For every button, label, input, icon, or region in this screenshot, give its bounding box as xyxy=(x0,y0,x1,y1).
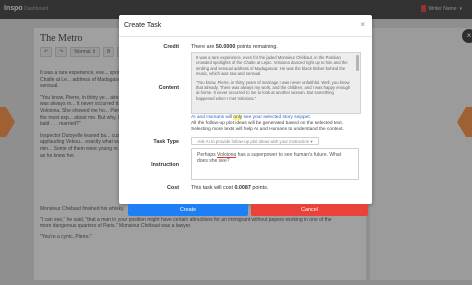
snippet-paragraph: "You know, Pierre, in thirty years of ma… xyxy=(196,79,351,101)
instruction-label: Instruction xyxy=(151,162,179,168)
cost-prefix: This task will cost xyxy=(191,185,235,191)
content-snippet-box[interactable]: It was a rare experience, even for the j… xyxy=(191,52,361,114)
cost-suffix: points. xyxy=(250,185,269,191)
task-type-label: Task Type xyxy=(153,139,179,145)
snippet-paragraph: It was a rare experience, even for the j… xyxy=(196,55,348,77)
instruction-textarea[interactable]: Perhaps Voloiona has a superpower to see… xyxy=(191,148,359,180)
credit-label: Credit xyxy=(163,44,179,50)
content-label: Content xyxy=(158,85,179,91)
hint-prefix: AI and Humans will xyxy=(191,115,234,120)
credit-value: There are 50.0000 points remaining. xyxy=(191,44,278,50)
visibility-hint: AI and Humans will only see your selecte… xyxy=(191,115,311,120)
instruction-name: Voloiona xyxy=(217,152,237,158)
credit-prefix: There are xyxy=(191,44,216,50)
cost-label: Cost xyxy=(167,185,179,191)
credit-amount: 50.0000 xyxy=(215,44,236,50)
cost-amount: 0.0087 xyxy=(234,185,251,191)
dialog-title: Create Task xyxy=(124,22,162,29)
cost-value: This task will cost 0.0087 points. xyxy=(191,185,268,191)
credit-suffix: points remaining. xyxy=(235,44,278,50)
scrollbar[interactable] xyxy=(356,55,359,71)
hint-suffix: see your selected story snippet. xyxy=(242,115,311,120)
close-icon[interactable]: × xyxy=(360,21,365,29)
create-task-dialog: Create Task × Credit There are 50.0000 p… xyxy=(119,15,372,216)
context-hint: All the follow-up plot ideas will be gen… xyxy=(191,121,344,132)
create-button[interactable]: Create xyxy=(128,204,248,216)
cancel-button[interactable]: Cancel xyxy=(251,204,368,216)
hint-highlight: only xyxy=(233,115,243,120)
task-type-select[interactable]: Ask AI to provide follow-up plot ideas w… xyxy=(191,137,319,145)
instruction-text: Perhaps xyxy=(197,152,218,158)
dialog-header: Create Task × xyxy=(119,15,372,37)
